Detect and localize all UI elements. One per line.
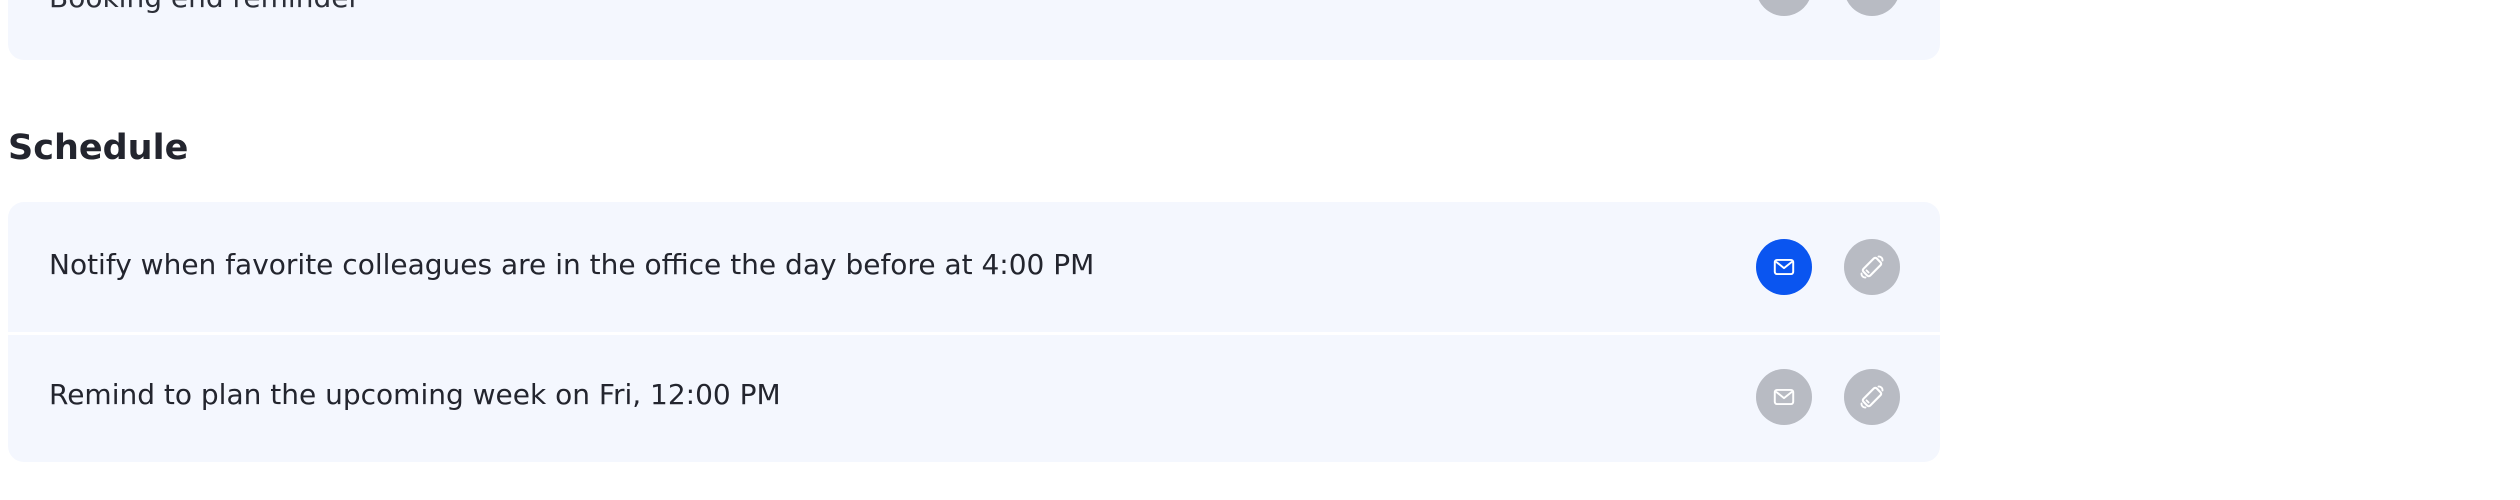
booking-notifications-card: Booking end reminder <box>8 0 1940 60</box>
schedule-row-label: Remind to plan the upcoming week on Fri,… <box>49 378 781 411</box>
envelope-icon <box>1773 388 1795 406</box>
booking-end-reminder-row: Booking end reminder <box>8 0 1940 60</box>
favorite-colleagues-email-toggle[interactable] <box>1756 239 1812 295</box>
envelope-icon <box>1773 258 1795 276</box>
phone-vibrate-icon <box>1860 255 1884 279</box>
plan-week-push-toggle[interactable] <box>1844 369 1900 425</box>
plan-week-email-toggle[interactable] <box>1756 369 1812 425</box>
booking-end-reminder-label: Booking end reminder <box>49 0 360 16</box>
booking-end-reminder-push-toggle[interactable] <box>1844 0 1900 16</box>
favorite-colleagues-push-toggle[interactable] <box>1844 239 1900 295</box>
schedule-section-title: Schedule <box>8 128 189 168</box>
phone-vibrate-icon <box>1860 385 1884 409</box>
schedule-row-plan-week: Remind to plan the upcoming week on Fri,… <box>8 335 1940 462</box>
schedule-row-label: Notify when favorite colleagues are in t… <box>49 248 1095 281</box>
schedule-card: Notify when favorite colleagues are in t… <box>8 202 1940 462</box>
booking-end-reminder-email-toggle[interactable] <box>1756 0 1812 16</box>
phone-vibrate-icon <box>1857 0 1887 3</box>
schedule-row-favorite-colleagues: Notify when favorite colleagues are in t… <box>8 202 1940 332</box>
envelope-icon <box>1771 0 1797 1</box>
